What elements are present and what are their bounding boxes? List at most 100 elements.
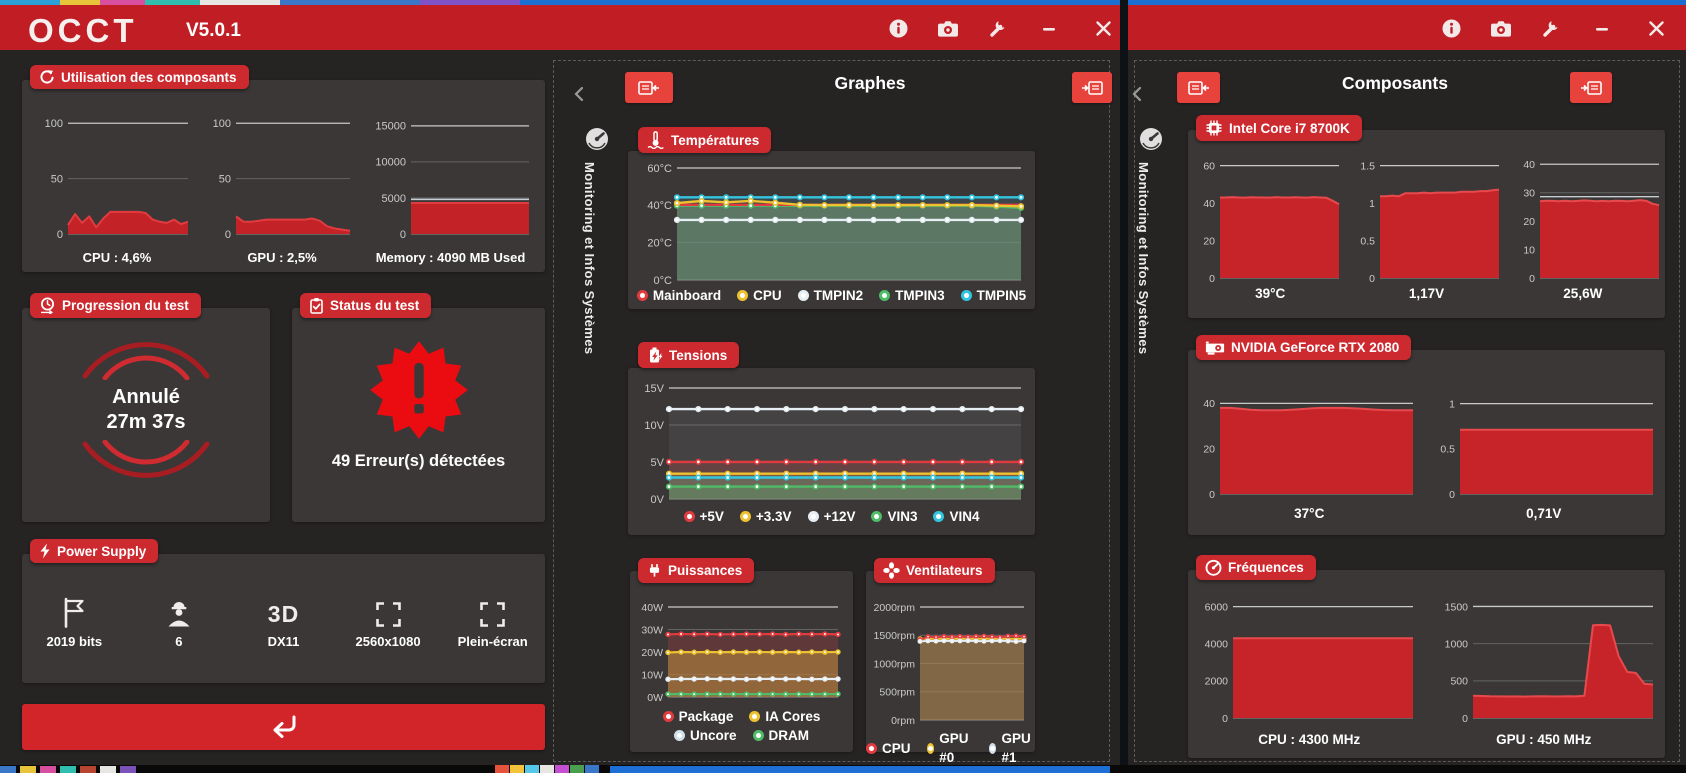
legend-item: TMPIN5 — [960, 286, 1026, 305]
error-icon — [369, 341, 468, 439]
cpu-component-card: Intel Core i7 8700K 60 40 20 0 1.5 1 0.5 0 40 3… — [1188, 115, 1665, 318]
svg-text:2000rpm: 2000rpm — [874, 602, 916, 614]
legend-item: GPU #0 — [926, 729, 973, 767]
gpu-volt-chart: 1 0.5 0 — [1433, 388, 1661, 502]
dock-icon — [1082, 80, 1103, 95]
svg-text:1: 1 — [1449, 398, 1455, 410]
collapse-chevron[interactable] — [574, 86, 584, 107]
gpu-component-title: NVIDIA GeForce RTX 2080 — [1231, 340, 1400, 355]
power-item-label: Plein-écran — [457, 634, 528, 649]
svg-text:20: 20 — [1523, 216, 1535, 228]
power-supply-header: Power Supply — [30, 539, 159, 563]
test-elapsed-time: 27m 37s — [106, 411, 186, 433]
legend-dot-icon — [960, 290, 972, 301]
power-bolt-icon — [40, 543, 50, 559]
cpu-usage-chart: 100 50 0 — [38, 106, 196, 246]
cpu-freq-value: CPU : 4300 MHz — [1258, 732, 1361, 747]
svg-text:10000: 10000 — [375, 157, 406, 169]
progress-clock-icon — [41, 297, 54, 314]
graphs-dock-right-button[interactable] — [1072, 72, 1112, 103]
legend-item: CPU — [737, 286, 782, 305]
wallpaper-speck — [525, 765, 539, 773]
info-icon[interactable] — [1440, 17, 1462, 39]
power-supply-title: Power Supply — [57, 543, 147, 559]
tensions-card: Tensions 15V 10V 5V 0V +5V +3.3V +12V VIN3 VIN4 — [628, 342, 1035, 535]
cpu-component-header: Intel Core i7 8700K — [1196, 115, 1362, 141]
svg-text:0: 0 — [1529, 273, 1535, 285]
svg-text:30W: 30W — [641, 624, 663, 636]
svg-text:100: 100 — [213, 118, 231, 130]
svg-text:1: 1 — [1369, 198, 1375, 210]
wallpaper-speck — [40, 766, 56, 773]
app-version: V5.0.1 — [186, 20, 241, 41]
svg-text:20: 20 — [1203, 235, 1215, 247]
camera-icon[interactable] — [1490, 17, 1512, 39]
svg-text:50: 50 — [51, 173, 63, 185]
minimize-icon[interactable] — [1591, 17, 1613, 39]
progress-arc-bottom — [82, 440, 210, 478]
legend-item: DRAM — [752, 726, 809, 745]
svg-text:60: 60 — [1203, 160, 1215, 172]
legend-dot-icon — [807, 511, 819, 522]
temperatures-chart: 60°C 40°C 20°C 0°C — [631, 158, 1031, 287]
errors-detected-label: 49 Erreur(s) détectées — [331, 452, 506, 470]
svg-text:0: 0 — [1209, 489, 1215, 501]
info-icon[interactable] — [887, 17, 909, 39]
svg-text:0W: 0W — [647, 692, 663, 704]
components-dock-right-button[interactable] — [1570, 72, 1612, 103]
ventilateurs-chart: 2000rpm 1500rpm 1000rpm 500rpm 0rpm — [868, 597, 1030, 728]
close-icon[interactable] — [1645, 17, 1667, 39]
wallpaper-speck — [0, 766, 16, 773]
power-item-fullscreen: Plein-écran — [440, 592, 545, 649]
legend-item: IA Cores — [749, 707, 820, 726]
svg-text:40W: 40W — [641, 602, 663, 614]
cpu-power-value: 25,6W — [1563, 286, 1603, 301]
wallpaper-speck — [495, 765, 509, 773]
close-icon[interactable] — [1092, 17, 1114, 39]
svg-text:60°C: 60°C — [647, 163, 672, 175]
wallpaper-speck — [120, 766, 136, 773]
cpu-temp-chart: 60 40 20 0 — [1193, 152, 1345, 286]
wallpaper-speck — [555, 765, 569, 773]
temperatures-title: Températures — [671, 132, 760, 148]
wrench-icon[interactable] — [1540, 17, 1562, 39]
screen: OCCT V5.0.1 Monitoring et Infos Systèmes… — [0, 0, 1686, 773]
legend-item: +5V — [683, 507, 724, 526]
svg-text:1.5: 1.5 — [1360, 160, 1375, 172]
cpu-usage-label: CPU : 4,6% — [82, 250, 152, 265]
power-item-api: 3D DX11 — [231, 592, 336, 649]
camera-icon[interactable] — [937, 17, 959, 39]
monitoring-sidebar-label[interactable]: Monitoring et Infos Systèmes — [582, 162, 597, 355]
legend-item: GPU #1 — [988, 729, 1035, 767]
dock-icon — [1581, 80, 1602, 95]
power-item-label: DX11 — [267, 634, 300, 649]
svg-text:2000: 2000 — [1205, 676, 1229, 688]
monitoring-sidebar-label[interactable]: Monitoring et Infos Systèmes — [1136, 162, 1151, 355]
svg-text:0.5: 0.5 — [1360, 235, 1375, 247]
svg-text:1500: 1500 — [1445, 601, 1469, 613]
legend-item: TMPIN2 — [797, 286, 863, 305]
power-item-label: 2019 bits — [46, 634, 103, 649]
legend-dot-icon — [752, 730, 764, 741]
cpu-volt-chart: 1.5 1 0.5 0 — [1353, 152, 1505, 286]
dock-icon — [638, 80, 659, 95]
legend-dot-icon — [933, 511, 945, 522]
status-card-header: Status du test — [300, 293, 432, 318]
run-test-button[interactable] — [22, 704, 545, 750]
svg-text:100: 100 — [45, 118, 63, 130]
ventilateurs-header: Ventilateurs — [874, 558, 995, 583]
svg-text:40°C: 40°C — [647, 200, 672, 212]
power-item-label: 6 — [175, 634, 183, 649]
gpu-component-card: NVIDIA GeForce RTX 2080 40 20 0 1 0.5 0 37°C… — [1188, 335, 1665, 535]
svg-text:5V: 5V — [651, 457, 665, 469]
resolution-icon — [375, 602, 401, 627]
legend-dot-icon — [879, 290, 891, 301]
legend-dot-icon — [683, 511, 695, 522]
wrench-icon[interactable] — [987, 17, 1009, 39]
minimize-icon[interactable] — [1038, 17, 1060, 39]
temperatures-header: Températures — [638, 127, 772, 153]
legend-dot-icon — [749, 711, 761, 722]
graphs-dock-left-button[interactable] — [625, 72, 673, 103]
svg-text:1500rpm: 1500rpm — [874, 630, 916, 642]
collapse-chevron[interactable] — [1132, 86, 1142, 107]
